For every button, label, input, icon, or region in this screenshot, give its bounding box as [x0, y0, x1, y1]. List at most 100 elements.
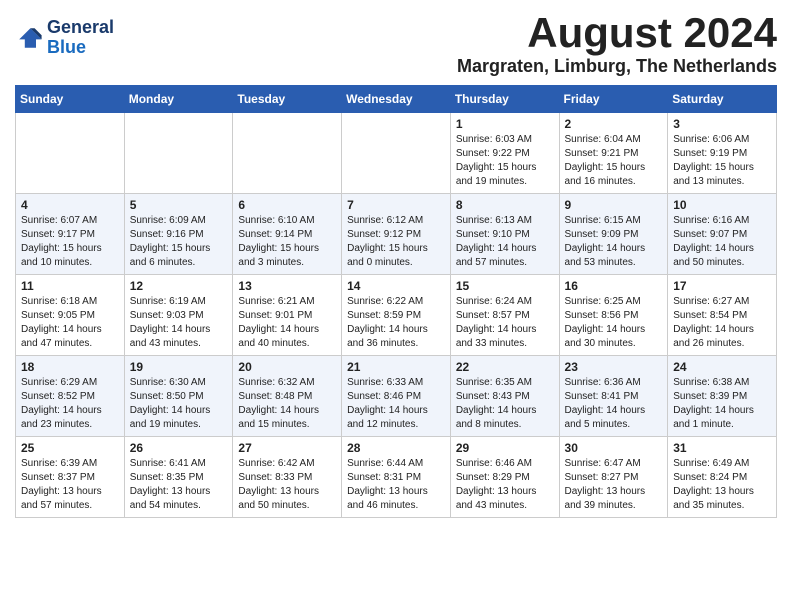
col-header-thursday: Thursday [450, 86, 559, 113]
day-cell: 1 Sunrise: 6:03 AM Sunset: 9:22 PM Daylig… [450, 113, 559, 194]
day-info: Sunrise: 6:18 AM Sunset: 9:05 PM Dayligh… [21, 295, 119, 351]
day-info: Sunrise: 6:03 AM Sunset: 9:22 PM Dayligh… [456, 133, 554, 189]
day-cell: 22Sunrise: 6:35 AM Sunset: 8:43 PM Dayli… [450, 356, 559, 437]
day-info: Sunrise: 6:04 AM Sunset: 9:21 PM Dayligh… [565, 133, 663, 189]
day-info: Sunrise: 6:13 AM Sunset: 9:10 PM Dayligh… [456, 214, 554, 270]
day-number: 15 [456, 279, 554, 293]
day-cell: 9 Sunrise: 6:15 AM Sunset: 9:09 PM Daylig… [559, 194, 668, 275]
day-cell: 10 Sunrise: 6:16 AM Sunset: 9:07 PM Dayli… [668, 194, 777, 275]
day-info: Sunrise: 6:27 AM Sunset: 8:54 PM Dayligh… [673, 295, 771, 351]
day-number: 24 [673, 360, 771, 374]
day-info: Sunrise: 6:15 AM Sunset: 9:09 PM Dayligh… [565, 214, 663, 270]
day-info: Sunrise: 6:44 AM Sunset: 8:31 PM Dayligh… [347, 457, 445, 513]
day-number: 27 [238, 441, 336, 455]
day-number: 30 [565, 441, 663, 455]
day-number: 1 [456, 117, 554, 131]
day-info: Sunrise: 6:33 AM Sunset: 8:46 PM Dayligh… [347, 376, 445, 432]
day-info: Sunrise: 6:19 AM Sunset: 9:03 PM Dayligh… [130, 295, 228, 351]
day-number: 19 [130, 360, 228, 374]
day-cell: 16 Sunrise: 6:25 AM Sunset: 8:56 PM Dayli… [559, 275, 668, 356]
day-number: 2 [565, 117, 663, 131]
day-cell: 20Sunrise: 6:32 AM Sunset: 8:48 PM Dayli… [233, 356, 342, 437]
day-info: Sunrise: 6:49 AM Sunset: 8:24 PM Dayligh… [673, 457, 771, 513]
week-row-5: 25Sunrise: 6:39 AM Sunset: 8:37 PM Dayli… [16, 437, 777, 518]
day-info: Sunrise: 6:29 AM Sunset: 8:52 PM Dayligh… [21, 376, 119, 432]
day-cell: 12 Sunrise: 6:19 AM Sunset: 9:03 PM Dayli… [124, 275, 233, 356]
location-title: Margraten, Limburg, The Netherlands [457, 56, 777, 77]
day-info: Sunrise: 6:16 AM Sunset: 9:07 PM Dayligh… [673, 214, 771, 270]
day-number: 4 [21, 198, 119, 212]
week-row-1: 1 Sunrise: 6:03 AM Sunset: 9:22 PM Daylig… [16, 113, 777, 194]
day-info: Sunrise: 6:36 AM Sunset: 8:41 PM Dayligh… [565, 376, 663, 432]
day-info: Sunrise: 6:21 AM Sunset: 9:01 PM Dayligh… [238, 295, 336, 351]
logo-blue: Blue [47, 37, 86, 57]
day-number: 31 [673, 441, 771, 455]
day-number: 29 [456, 441, 554, 455]
day-cell [124, 113, 233, 194]
day-info: Sunrise: 6:10 AM Sunset: 9:14 PM Dayligh… [238, 214, 336, 270]
day-number: 26 [130, 441, 228, 455]
day-number: 10 [673, 198, 771, 212]
day-number: 9 [565, 198, 663, 212]
week-row-4: 18 Sunrise: 6:29 AM Sunset: 8:52 PM Dayli… [16, 356, 777, 437]
col-header-friday: Friday [559, 86, 668, 113]
day-number: 12 [130, 279, 228, 293]
col-header-monday: Monday [124, 86, 233, 113]
day-number: 18 [21, 360, 119, 374]
title-area: August 2024 Margraten, Limburg, The Neth… [457, 10, 777, 77]
day-number: 6 [238, 198, 336, 212]
month-title: August 2024 [457, 10, 777, 56]
day-cell: 8Sunrise: 6:13 AM Sunset: 9:10 PM Daylig… [450, 194, 559, 275]
day-cell: 5 Sunrise: 6:09 AM Sunset: 9:16 PM Daylig… [124, 194, 233, 275]
day-number: 17 [673, 279, 771, 293]
day-cell: 18 Sunrise: 6:29 AM Sunset: 8:52 PM Dayli… [16, 356, 125, 437]
day-cell [342, 113, 451, 194]
day-cell: 11Sunrise: 6:18 AM Sunset: 9:05 PM Dayli… [16, 275, 125, 356]
day-cell [233, 113, 342, 194]
day-info: Sunrise: 6:46 AM Sunset: 8:29 PM Dayligh… [456, 457, 554, 513]
day-info: Sunrise: 6:24 AM Sunset: 8:57 PM Dayligh… [456, 295, 554, 351]
header: General Blue August 2024 Margraten, Limb… [15, 10, 777, 77]
day-info: Sunrise: 6:32 AM Sunset: 8:48 PM Dayligh… [238, 376, 336, 432]
day-cell: 29 Sunrise: 6:46 AM Sunset: 8:29 PM Dayli… [450, 437, 559, 518]
day-number: 21 [347, 360, 445, 374]
day-number: 25 [21, 441, 119, 455]
day-cell: 3Sunrise: 6:06 AM Sunset: 9:19 PM Daylig… [668, 113, 777, 194]
day-cell: 14 Sunrise: 6:22 AM Sunset: 8:59 PM Dayli… [342, 275, 451, 356]
day-cell: 25Sunrise: 6:39 AM Sunset: 8:37 PM Dayli… [16, 437, 125, 518]
day-number: 5 [130, 198, 228, 212]
day-cell: 24 Sunrise: 6:38 AM Sunset: 8:39 PM Dayli… [668, 356, 777, 437]
day-info: Sunrise: 6:25 AM Sunset: 8:56 PM Dayligh… [565, 295, 663, 351]
day-number: 3 [673, 117, 771, 131]
calendar-table: SundayMondayTuesdayWednesdayThursdayFrid… [15, 85, 777, 518]
day-cell: 30 Sunrise: 6:47 AM Sunset: 8:27 PM Dayli… [559, 437, 668, 518]
day-cell: 17 Sunrise: 6:27 AM Sunset: 8:54 PM Dayli… [668, 275, 777, 356]
col-header-tuesday: Tuesday [233, 86, 342, 113]
day-number: 23 [565, 360, 663, 374]
day-number: 16 [565, 279, 663, 293]
day-cell: 15 Sunrise: 6:24 AM Sunset: 8:57 PM Dayli… [450, 275, 559, 356]
col-header-wednesday: Wednesday [342, 86, 451, 113]
header-row: SundayMondayTuesdayWednesdayThursdayFrid… [16, 86, 777, 113]
day-number: 13 [238, 279, 336, 293]
week-row-2: 4 Sunrise: 6:07 AM Sunset: 9:17 PM Daylig… [16, 194, 777, 275]
day-info: Sunrise: 6:47 AM Sunset: 8:27 PM Dayligh… [565, 457, 663, 513]
day-cell: 19 Sunrise: 6:30 AM Sunset: 8:50 PM Dayli… [124, 356, 233, 437]
day-info: Sunrise: 6:38 AM Sunset: 8:39 PM Dayligh… [673, 376, 771, 432]
col-header-saturday: Saturday [668, 86, 777, 113]
day-cell: 27Sunrise: 6:42 AM Sunset: 8:33 PM Dayli… [233, 437, 342, 518]
day-cell: 31 Sunrise: 6:49 AM Sunset: 8:24 PM Dayli… [668, 437, 777, 518]
day-number: 14 [347, 279, 445, 293]
day-info: Sunrise: 6:30 AM Sunset: 8:50 PM Dayligh… [130, 376, 228, 432]
day-info: Sunrise: 6:41 AM Sunset: 8:35 PM Dayligh… [130, 457, 228, 513]
day-info: Sunrise: 6:22 AM Sunset: 8:59 PM Dayligh… [347, 295, 445, 351]
day-cell: 4 Sunrise: 6:07 AM Sunset: 9:17 PM Daylig… [16, 194, 125, 275]
day-number: 7 [347, 198, 445, 212]
day-cell: 21 Sunrise: 6:33 AM Sunset: 8:46 PM Dayli… [342, 356, 451, 437]
day-info: Sunrise: 6:09 AM Sunset: 9:16 PM Dayligh… [130, 214, 228, 270]
day-info: Sunrise: 6:35 AM Sunset: 8:43 PM Dayligh… [456, 376, 554, 432]
day-cell: 2 Sunrise: 6:04 AM Sunset: 9:21 PM Daylig… [559, 113, 668, 194]
day-info: Sunrise: 6:07 AM Sunset: 9:17 PM Dayligh… [21, 214, 119, 270]
day-cell: 26 Sunrise: 6:41 AM Sunset: 8:35 PM Dayli… [124, 437, 233, 518]
week-row-3: 11Sunrise: 6:18 AM Sunset: 9:05 PM Dayli… [16, 275, 777, 356]
